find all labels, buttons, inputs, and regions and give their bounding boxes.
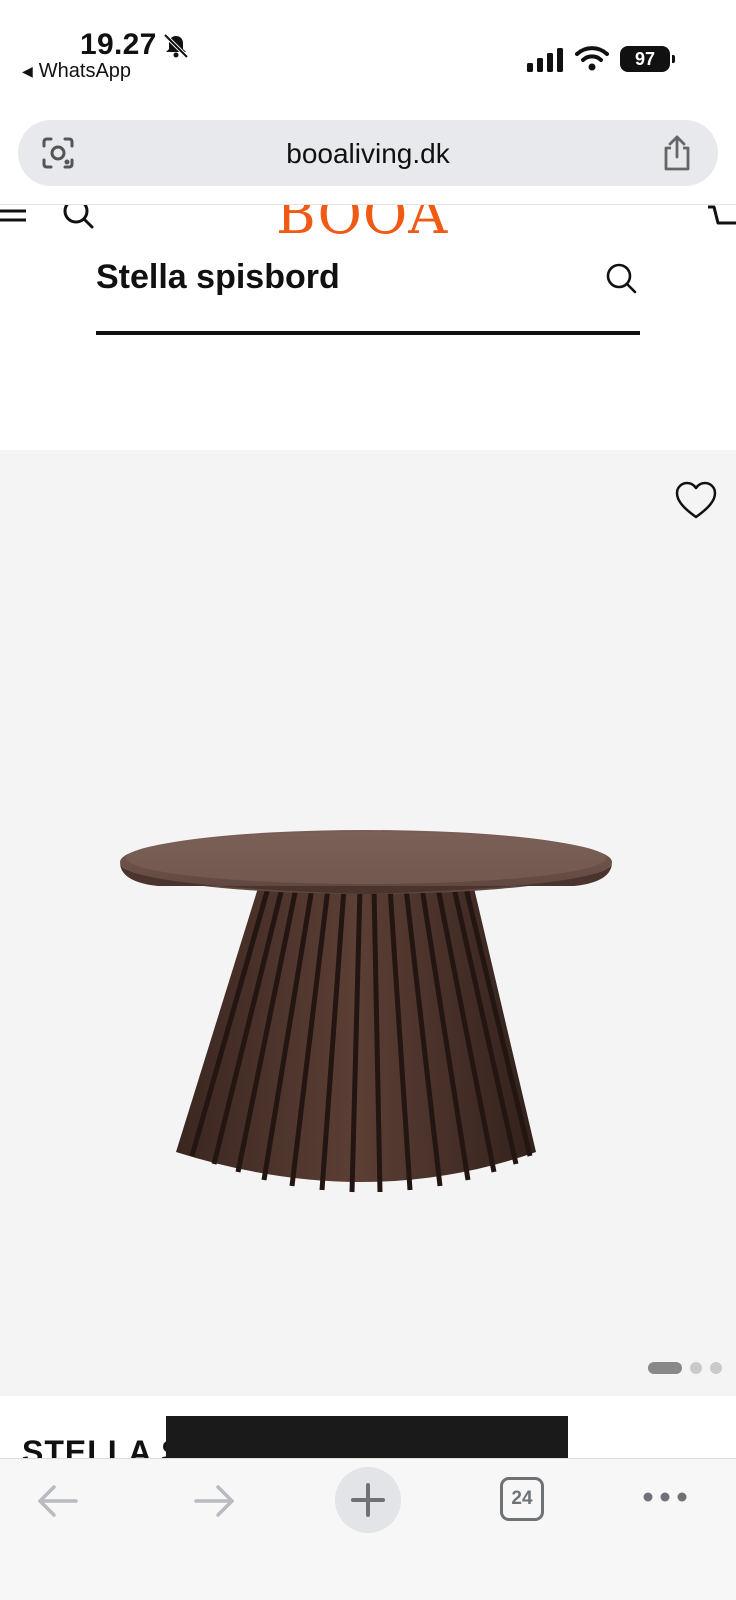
signal-icon: [527, 48, 563, 72]
tab-count: 24: [511, 1488, 533, 1509]
wifi-icon: [575, 46, 609, 71]
cart-icon[interactable]: [706, 205, 736, 231]
site-header: BOOA: [0, 204, 736, 238]
search-query[interactable]: Stella spisbord: [96, 258, 340, 297]
url-text[interactable]: booaliving.dk: [18, 138, 718, 170]
tabs-icon[interactable]: 24: [500, 1477, 544, 1521]
plus-icon: [351, 1483, 385, 1517]
search-bar[interactable]: Stella spisbord: [96, 255, 640, 335]
battery-level: 97: [634, 48, 656, 69]
carousel-dot-active[interactable]: [648, 1362, 682, 1374]
browser-toolbar: 24: [0, 1458, 736, 1600]
battery-icon: 97: [620, 46, 675, 72]
bell-off-icon: [163, 33, 189, 59]
back-triangle-icon: ◀: [22, 63, 33, 79]
search-icon[interactable]: [604, 261, 638, 295]
menu-icon[interactable]: [0, 207, 28, 227]
new-tab-button[interactable]: [335, 1467, 401, 1533]
share-icon[interactable]: [660, 134, 694, 172]
search-icon[interactable]: [62, 205, 96, 229]
heart-icon[interactable]: [674, 480, 718, 520]
carousel-dot[interactable]: [710, 1362, 722, 1374]
booa-logo[interactable]: BOOA: [276, 205, 448, 238]
back-app-label: WhatsApp: [38, 60, 132, 82]
product-image-carousel[interactable]: [0, 450, 736, 1396]
status-bar: 19.27 ◀ WhatsApp 97: [0, 0, 736, 110]
more-icon[interactable]: [642, 1489, 688, 1505]
floating-banner[interactable]: [166, 1416, 568, 1460]
status-time: 19.27: [80, 28, 157, 61]
product-image-table: [120, 830, 612, 1193]
back-to-app-link[interactable]: ◀ WhatsApp: [22, 60, 131, 83]
carousel-dot[interactable]: [690, 1362, 702, 1374]
back-arrow-icon[interactable]: [36, 1481, 80, 1521]
url-bar[interactable]: booaliving.dk: [18, 120, 718, 186]
carousel-indicator[interactable]: [648, 1362, 722, 1374]
forward-arrow-icon[interactable]: [192, 1481, 236, 1521]
